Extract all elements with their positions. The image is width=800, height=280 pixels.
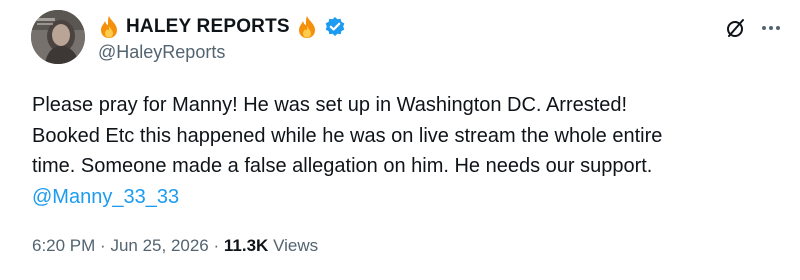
tweet-meta: 6:20 PM · Jun 25, 2026 · 11.3K Views <box>32 236 318 256</box>
tweet-card: HALEY REPORTS @HaleyReports Please pray … <box>0 0 800 280</box>
views-count[interactable]: 11.3K <box>224 236 268 255</box>
tweet-text-line: time. Someone made a false allegation on… <box>32 155 653 177</box>
author-name-row[interactable]: HALEY REPORTS <box>98 13 346 41</box>
mention-link[interactable]: @Manny_33_33 <box>32 182 777 213</box>
tweet-text-line: Please pray for Manny! He was set up in … <box>32 94 628 116</box>
tweet-text-line: Booked Etc this happened while he was on… <box>32 124 663 147</box>
tweet-text: Please pray for Manny! He was set up in … <box>32 90 777 212</box>
meta-separator: · <box>213 236 220 255</box>
author-handle[interactable]: @HaleyReports <box>98 42 225 63</box>
meta-separator: · <box>100 236 106 255</box>
avatar-image <box>31 10 85 64</box>
flame-icon <box>296 15 318 39</box>
avatar[interactable] <box>31 10 85 64</box>
author-display-name: HALEY REPORTS <box>126 16 290 37</box>
flame-icon <box>98 15 120 39</box>
verified-badge-icon[interactable] <box>324 16 346 38</box>
tweet-date[interactable]: Jun 25, 2026 <box>110 236 208 255</box>
grok-icon[interactable] <box>724 16 748 40</box>
views-label: Views <box>273 236 319 255</box>
tweet-time[interactable]: 6:20 PM <box>32 236 95 255</box>
more-options-icon[interactable] <box>758 16 784 40</box>
